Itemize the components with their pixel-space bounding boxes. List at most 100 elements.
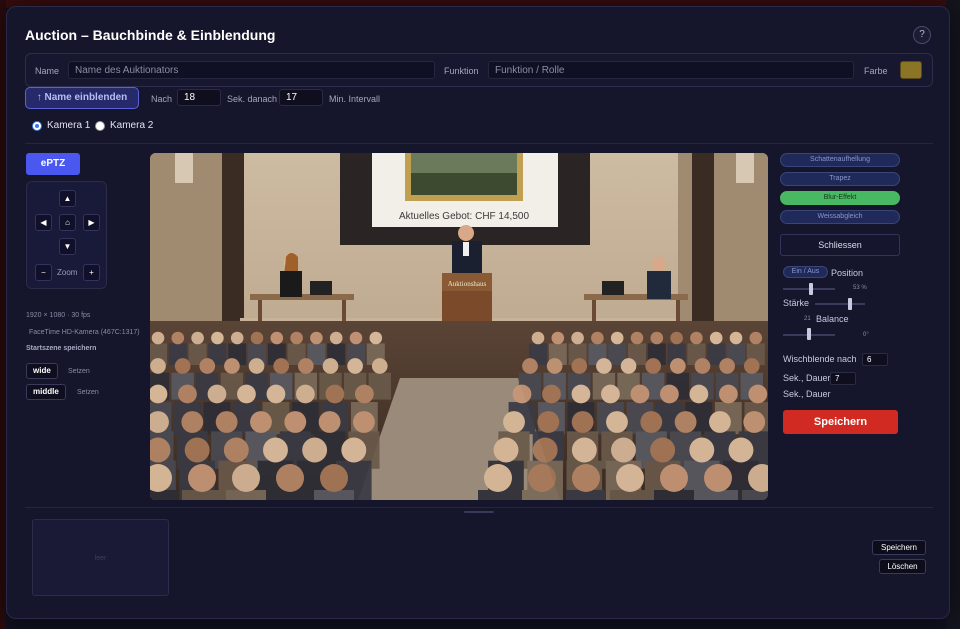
- audience-head: [749, 331, 763, 345]
- balance-knob[interactable]: [807, 328, 811, 340]
- resize-handle[interactable]: [464, 511, 494, 513]
- zoom-in-button[interactable]: +: [83, 264, 100, 281]
- audience-head: [571, 358, 588, 374]
- zoom-out-button[interactable]: −: [35, 264, 52, 281]
- audience-head: [503, 411, 525, 433]
- eptz-button[interactable]: ePTZ: [26, 153, 80, 175]
- duration-input[interactable]: 7: [830, 372, 856, 385]
- ptz-pad: ▲ ◀ ⌂ ▶ ▼ − Zoom +: [26, 181, 107, 289]
- audience-head: [596, 358, 612, 374]
- audience-head: [660, 384, 679, 404]
- pan-up-button[interactable]: ▲: [59, 190, 76, 207]
- audience-head: [743, 358, 760, 374]
- audience-head: [322, 358, 339, 374]
- audience-head: [694, 358, 711, 374]
- name-input[interactable]: [68, 61, 435, 79]
- strength-knob[interactable]: [848, 298, 852, 310]
- audience-head: [522, 358, 538, 374]
- audience-body: [150, 490, 178, 500]
- audience-head: [484, 464, 512, 492]
- audience-head: [199, 358, 216, 374]
- dialog-title: Auction – Bauchbinde & Einblendung: [25, 27, 276, 43]
- strength-value: 21: [804, 316, 811, 322]
- audience-head: [606, 411, 628, 433]
- arrow-right-icon: ▶: [88, 218, 95, 227]
- audience-head: [223, 437, 249, 463]
- device-info: FaceTime HD-Kamera (467C:1317): [29, 329, 140, 336]
- pill-shadow[interactable]: Schattenaufhellung: [780, 153, 900, 167]
- audience-head: [689, 437, 715, 463]
- audience-head: [551, 331, 565, 345]
- audience-head: [674, 411, 697, 433]
- position-knob[interactable]: [808, 283, 813, 295]
- audience-head: [151, 331, 165, 345]
- audience-head: [690, 331, 703, 345]
- camera-preview[interactable]: Aktuelles Gebot: CHF 14,500 Auktionshaus: [150, 153, 768, 500]
- strength-slider[interactable]: [815, 303, 865, 305]
- interval-input[interactable]: 17: [279, 89, 323, 106]
- audience-head: [224, 358, 240, 374]
- color-swatch[interactable]: [900, 61, 922, 79]
- scene-middle-button[interactable]: middle: [26, 384, 66, 400]
- bottom-delete-button[interactable]: Löschen: [879, 559, 926, 574]
- scene-middle-set[interactable]: Setzen: [77, 389, 99, 396]
- arrow-down-icon: ▼: [63, 242, 72, 251]
- audience-head: [572, 464, 600, 492]
- position-label: Position: [831, 268, 864, 278]
- after-unit: Sek. danach: [227, 94, 278, 104]
- arrow-up-icon: ▲: [63, 194, 72, 203]
- camera-1-label: Kamera 1: [47, 120, 91, 131]
- audience-head: [290, 331, 303, 345]
- audience-head: [320, 464, 348, 492]
- resolution-info: 1920 × 1080 · 30 fps: [26, 312, 91, 319]
- toggle-on-off[interactable]: Ein / Aus: [783, 266, 828, 278]
- audience-head: [263, 437, 288, 463]
- pill-whitebalance[interactable]: Weissabgleich: [780, 210, 900, 224]
- audience-head: [616, 464, 644, 492]
- audience-head: [215, 411, 238, 433]
- audience-head: [184, 437, 210, 463]
- help-button[interactable]: ?: [913, 26, 931, 44]
- camera-2-radio[interactable]: Kamera 2: [95, 120, 153, 131]
- after-seconds-input[interactable]: 18: [177, 89, 221, 106]
- save-scene-label: Startszene speichern: [26, 345, 97, 352]
- lower-third-dialog: Auction – Bauchbinde & Einblendung ? Nam…: [6, 6, 950, 619]
- screen-bid-text: Aktuelles Gebot: CHF 14,500: [399, 211, 530, 222]
- home-icon: ⌂: [65, 218, 70, 227]
- audience-head: [310, 331, 323, 345]
- radio-checked-icon: [32, 120, 42, 131]
- audience-head: [704, 464, 732, 492]
- audience-head: [689, 384, 709, 404]
- audience-head: [318, 411, 341, 433]
- function-input[interactable]: [488, 61, 854, 79]
- scene-wide-set[interactable]: Setzen: [68, 368, 90, 375]
- scene-thumbnail[interactable]: leer: [32, 519, 169, 596]
- audience-head: [181, 411, 204, 433]
- wipe-input[interactable]: 6: [862, 353, 888, 366]
- audience-head: [150, 358, 166, 374]
- audience-head: [728, 437, 754, 463]
- home-button[interactable]: ⌂: [59, 214, 76, 231]
- bottom-save-button[interactable]: Speichern: [872, 540, 926, 555]
- audience-head: [354, 384, 374, 404]
- pan-left-button[interactable]: ◀: [35, 214, 52, 231]
- audience-head: [546, 358, 563, 374]
- show-name-button[interactable]: ↑ Name einblenden: [25, 87, 139, 109]
- camera-1-radio[interactable]: Kamera 1: [32, 120, 90, 131]
- save-effects-button[interactable]: Speichern: [783, 410, 898, 434]
- audience-head: [493, 437, 519, 463]
- name-row: Name Funktion Farbe: [25, 53, 933, 87]
- audience-head: [630, 331, 644, 345]
- close-button[interactable]: Schliessen: [780, 234, 900, 256]
- pan-right-button[interactable]: ▶: [83, 214, 100, 231]
- pill-trapez[interactable]: Trapez: [780, 172, 900, 186]
- audience-head: [670, 358, 686, 374]
- audience-head: [230, 331, 244, 345]
- wipe-label: Wischblende nach: [783, 354, 857, 364]
- pan-down-button[interactable]: ▼: [59, 238, 76, 255]
- balance-label: Balance: [816, 314, 849, 324]
- scene-wide-button[interactable]: wide: [26, 363, 58, 379]
- name-label: Name: [35, 66, 60, 76]
- pill-blur[interactable]: Blur-Effekt: [780, 191, 900, 205]
- audience-head: [273, 358, 290, 374]
